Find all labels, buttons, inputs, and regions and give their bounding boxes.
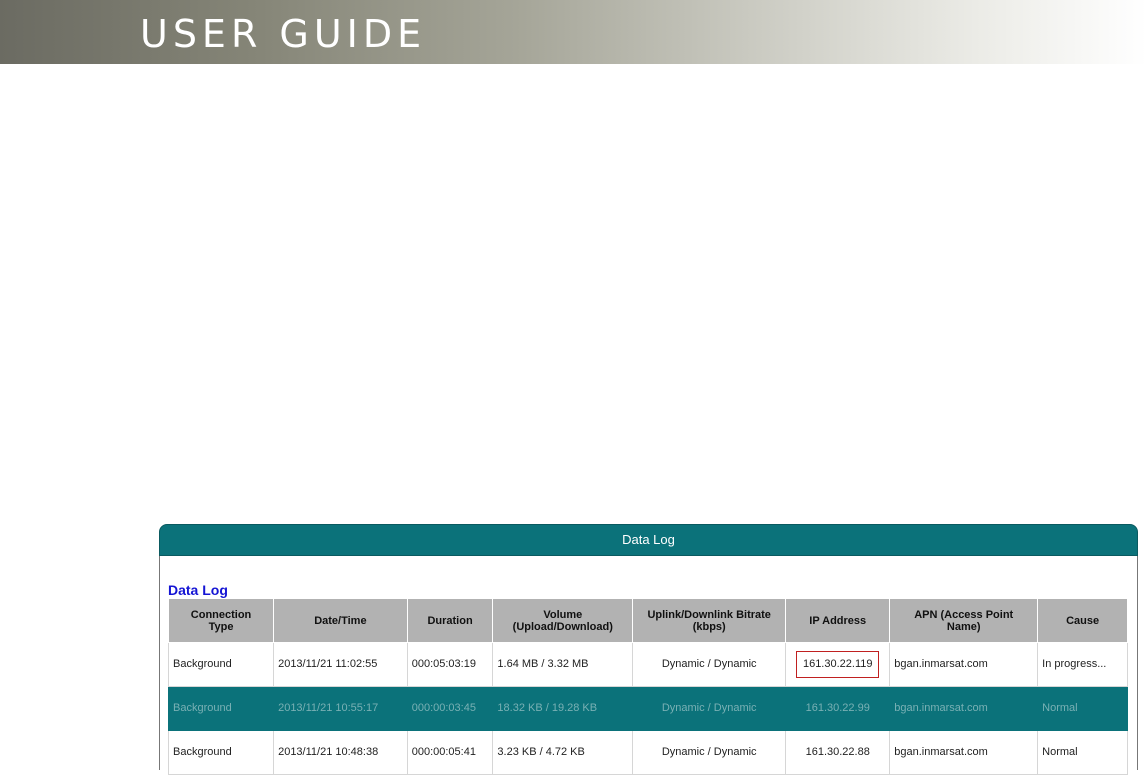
col-header-volume: Volume (Upload/Download)	[492, 598, 634, 643]
cell-cause: Normal	[1037, 730, 1128, 775]
col-header-apn: APN (Access Point Name)	[889, 598, 1039, 643]
cell-ip-address: 161.30.22.88	[785, 730, 891, 775]
banner-title: USER GUIDE	[140, 12, 427, 56]
cell-apn: bgan.inmarsat.com	[889, 730, 1039, 775]
cell-bitrate: Dynamic / Dynamic	[632, 730, 787, 775]
cell-duration: 000:00:03:45	[406, 686, 494, 731]
cell-volume: 1.64 MB / 3.32 MB	[492, 642, 634, 687]
ip-address-highlight: 161.30.22.119	[795, 651, 880, 678]
table-header-row: Connection Type Date/Time Duration Volum…	[167, 598, 1128, 643]
cell-apn: bgan.inmarsat.com	[889, 642, 1039, 687]
data-log-section-title: Data Log	[168, 582, 228, 598]
user-guide-banner: USER GUIDE	[0, 0, 1147, 64]
cell-connection-type: Background	[167, 642, 275, 687]
cell-bitrate: Dynamic / Dynamic	[632, 686, 787, 731]
col-header-bitrate: Uplink/Downlink Bitrate (kbps)	[632, 598, 787, 643]
cell-connection-type: Background	[167, 730, 275, 775]
cell-bitrate: Dynamic / Dynamic	[632, 642, 787, 687]
cell-date-time: 2013/11/21 11:02:55	[273, 642, 408, 687]
cell-date-time: 2013/11/21 10:55:17	[273, 686, 408, 731]
cell-duration: 000:00:05:41	[406, 730, 494, 775]
cell-ip-address: 161.30.22.99	[785, 686, 891, 731]
col-header-ip-address: IP Address	[785, 598, 891, 643]
col-header-connection-type: Connection Type	[167, 598, 275, 643]
cell-volume: 3.23 KB / 4.72 KB	[492, 730, 634, 775]
col-header-date-time: Date/Time	[273, 598, 408, 643]
cell-connection-type: Background	[167, 686, 275, 731]
data-log-table: Connection Type Date/Time Duration Volum…	[167, 598, 1128, 775]
cell-date-time: 2013/11/21 10:48:38	[273, 730, 408, 775]
cell-apn: bgan.inmarsat.com	[889, 686, 1039, 731]
col-header-duration: Duration	[406, 598, 494, 643]
table-row[interactable]: Background 2013/11/21 10:48:38 000:00:05…	[167, 730, 1128, 775]
cell-cause: Normal	[1037, 686, 1128, 731]
cell-duration: 000:05:03:19	[406, 642, 494, 687]
col-header-cause: Cause	[1037, 598, 1128, 643]
table-row[interactable]: Background 2013/11/21 11:02:55 000:05:03…	[167, 642, 1128, 687]
cell-volume: 18.32 KB / 19.28 KB	[492, 686, 634, 731]
data-log-panel-header: Data Log	[159, 524, 1138, 556]
cell-ip-address: 161.30.22.119	[785, 642, 891, 687]
table-row-selected[interactable]: Background 2013/11/21 10:55:17 000:00:03…	[167, 686, 1128, 731]
cell-cause: In progress...	[1037, 642, 1128, 687]
